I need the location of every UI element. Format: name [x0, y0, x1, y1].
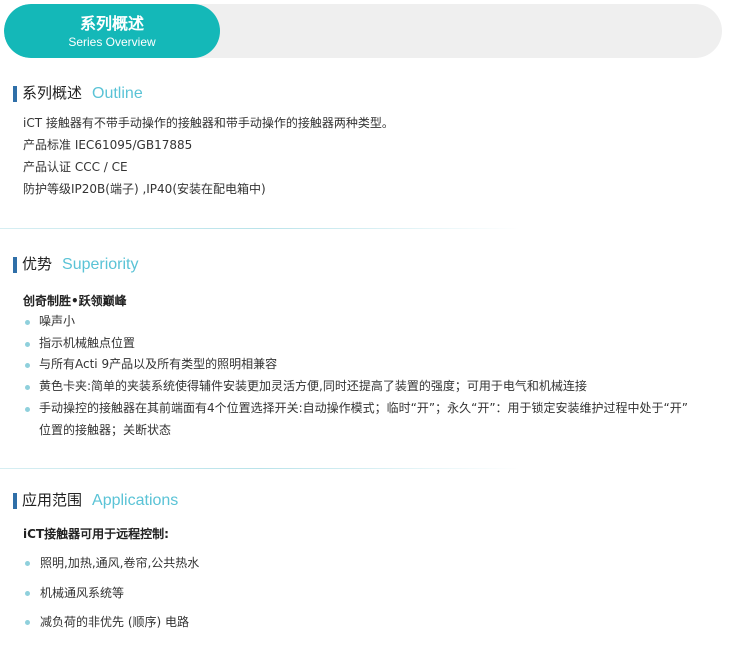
outline-line: 防护等级IP20B(端子) ,IP40(安装在配电箱中): [23, 182, 266, 196]
outline-line: 产品认证 CCC / CE: [23, 160, 128, 174]
list-item: 指示机械触点位置: [23, 333, 688, 355]
list-item: 减负荷的非优先 (顺序) 电路: [23, 608, 199, 638]
header-title-cn: 系列概述: [79, 14, 144, 33]
list-item: 噪声小: [23, 311, 688, 333]
section-marker: [13, 257, 17, 273]
applications-title-cn: 应用范围: [22, 491, 83, 509]
bullet-dot: [25, 363, 30, 369]
bullet-dot: [25, 590, 30, 596]
series-header-bar: 系列概述 Series Overview: [4, 4, 722, 58]
section-marker: [13, 493, 17, 509]
outline-text: iCT 接触器有不带手动操作的接触器和带手动操作的接触器两种类型。 产品标准 I…: [23, 112, 394, 200]
outline-title-en: Outline: [92, 85, 143, 102]
applications-section: 应用范围 Applications iCT接触器可用于远程控制: 照明,加热,通风…: [13, 489, 743, 629]
superiority-title-cn: 优势: [22, 255, 53, 273]
superiority-heading: 优势 Superiority: [13, 253, 743, 277]
bullet-dot: [25, 561, 30, 566]
applications-heading: 应用范围 Applications: [13, 489, 743, 513]
list-item: 照明,加热,通风,卷帘,公共热水: [23, 549, 199, 579]
list-item: 手动操控的接触器在其前端面有4个位置选择开关:自动操作模式；临时“开”；永久“开…: [23, 398, 688, 420]
section-marker: [13, 86, 17, 102]
list-item: 黄色卡夹:简单的夹装系统使得辅件安装更加灵活方便,同时还提高了装置的强度；可用于…: [23, 376, 688, 398]
superiority-list: 噪声小 指示机械触点位置 与所有Acti 9产品以及所有类型的照明相兼容 黄色卡…: [23, 311, 688, 441]
outline-title-cn: 系列概述: [22, 84, 83, 102]
outline-section: 系列概述 Outline iCT 接触器有不带手动操作的接触器和带手动操作的接触器…: [13, 82, 743, 196]
bullet-dot: [25, 320, 30, 325]
outline-heading: 系列概述 Outline: [13, 82, 743, 106]
bullet-dot: [25, 406, 30, 412]
superiority-title-en: Superiority: [62, 256, 139, 273]
superiority-section: 优势 Superiority 创奇制胜•跃领巅峰 噪声小 指示机械触点位置 与所有…: [13, 253, 743, 437]
bullet-dot: [25, 620, 30, 625]
superiority-subheading: 创奇制胜•跃领巅峰: [23, 294, 127, 308]
list-item: 机械通风系统等: [23, 579, 199, 609]
header-title-en: Series Overview: [68, 35, 156, 49]
divider: [0, 468, 520, 469]
applications-list: 照明,加热,通风,卷帘,公共热水 机械通风系统等 减负荷的非优先 (顺序) 电路: [23, 549, 199, 638]
bullet-dot: [25, 385, 30, 391]
outline-line: 产品标准 IEC61095/GB17885: [23, 138, 193, 152]
series-header-tab[interactable]: 系列概述 Series Overview: [4, 4, 220, 58]
bullet-dot: [25, 341, 30, 347]
applications-title-en: Applications: [92, 492, 179, 509]
outline-line: iCT 接触器有不带手动操作的接触器和带手动操作的接触器两种类型。: [23, 116, 394, 130]
list-item-continuation: 位置的接触器；关断状态: [39, 422, 172, 437]
applications-subheading: iCT接触器可用于远程控制:: [23, 527, 169, 541]
list-item: 与所有Acti 9产品以及所有类型的照明相兼容: [23, 354, 688, 376]
divider: [0, 228, 520, 229]
